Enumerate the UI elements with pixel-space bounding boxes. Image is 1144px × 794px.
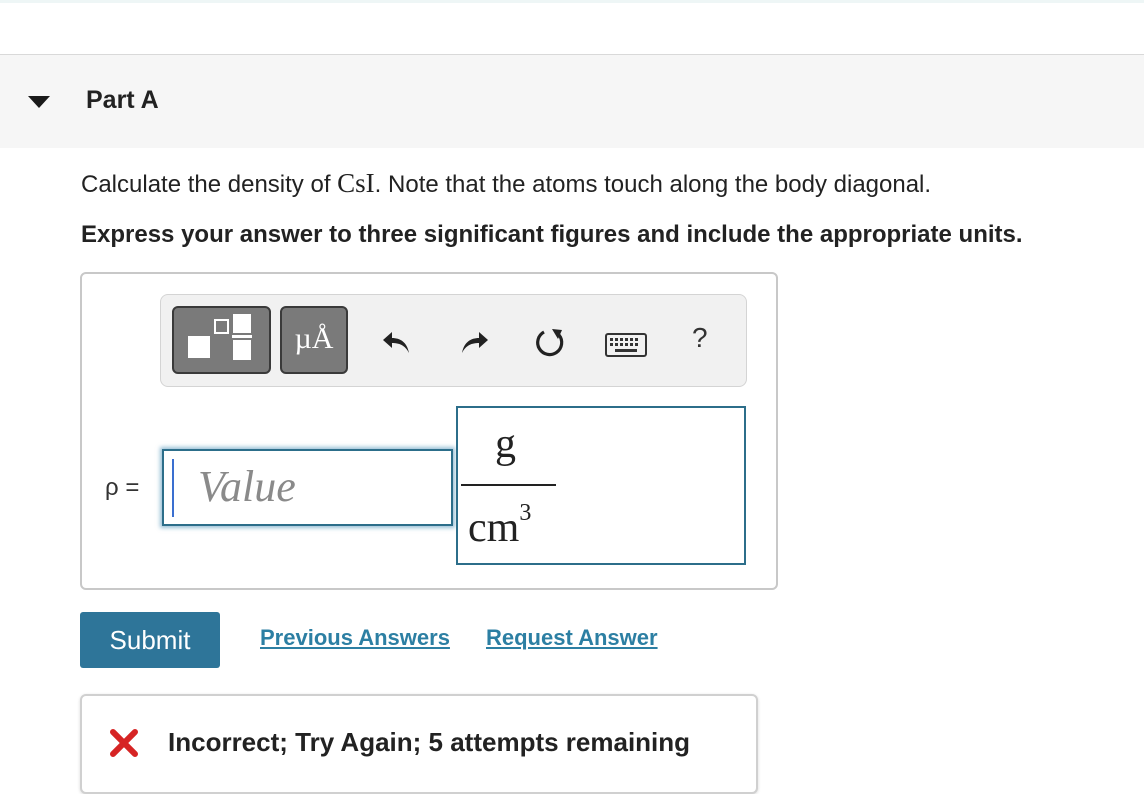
caret-down-icon[interactable] [28, 96, 50, 108]
value-input[interactable]: Value [162, 449, 453, 526]
answer-instruction: Express your answer to three significant… [81, 221, 1023, 248]
submit-button[interactable]: Submit [80, 612, 220, 668]
template-block-icon [188, 336, 210, 358]
x-icon [110, 729, 138, 757]
undo-icon[interactable] [381, 328, 413, 356]
value-placeholder: Value [198, 462, 296, 511]
template-numerator-icon [233, 314, 251, 333]
question-prefix: Calculate the density of [81, 171, 338, 198]
unit-denominator: cm3 [468, 500, 531, 552]
question-suffix: . Note that the atoms touch along the bo… [374, 171, 932, 198]
unit-fraction-bar [461, 484, 556, 486]
reset-icon[interactable] [532, 326, 568, 360]
unit-denominator-base: cm [468, 505, 520, 551]
template-denominator-icon [233, 340, 251, 360]
top-border [0, 0, 1144, 3]
variable-label: ρ = [105, 474, 140, 501]
units-icon: µÅ [294, 322, 334, 355]
help-icon[interactable]: ? [692, 322, 708, 354]
templates-button[interactable] [172, 306, 271, 374]
question-text: Calculate the density of CsI. Note that … [81, 168, 931, 199]
template-fraction-bar-icon [232, 335, 252, 338]
template-box-icon [214, 319, 229, 334]
feedback-message: Incorrect; Try Again; 5 attempts remaini… [168, 727, 691, 757]
redo-icon[interactable] [458, 328, 490, 356]
previous-answers-link[interactable]: Previous Answers [260, 625, 450, 651]
text-cursor [172, 459, 174, 517]
unit-exponent: 3 [519, 500, 532, 526]
part-header[interactable] [0, 55, 1144, 148]
chemical-formula: CsI [337, 168, 375, 198]
unit-numerator: g [495, 421, 516, 467]
keyboard-icon[interactable] [605, 333, 647, 357]
units-button[interactable]: µÅ [280, 306, 348, 374]
part-title: Part A [86, 86, 159, 114]
request-answer-link[interactable]: Request Answer [486, 625, 658, 651]
